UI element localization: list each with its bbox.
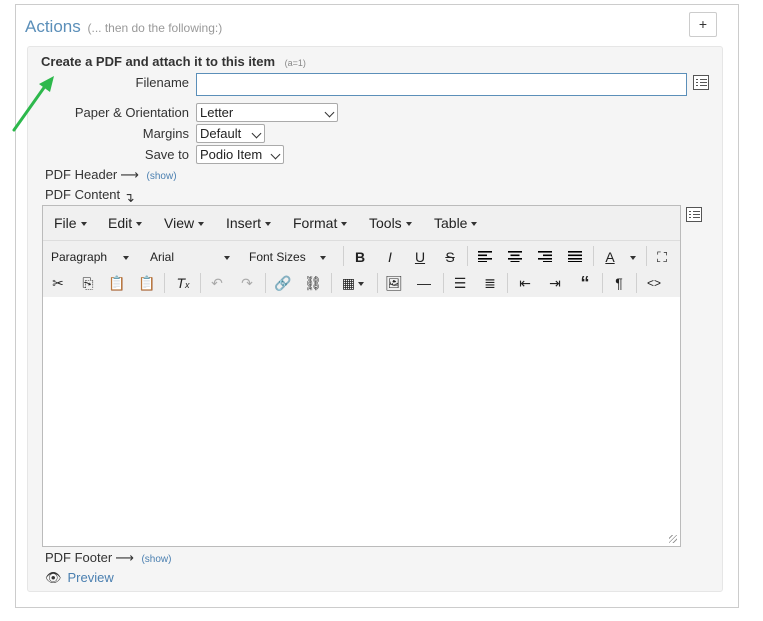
cut-icon[interactable]: ✂ (47, 273, 69, 293)
text-color-icon[interactable]: A (599, 247, 621, 267)
actions-title: Actions (25, 17, 81, 36)
pdf-footer-row: PDF Footer ⟶ (show) (45, 550, 171, 566)
filename-input[interactable] (196, 73, 687, 96)
arrow-down-icon: ↴ (123, 190, 135, 205)
filename-label: Filename (135, 75, 189, 90)
preview-link[interactable]: 👁 Preview (45, 570, 114, 586)
menu-view[interactable]: View (164, 215, 205, 231)
panel-title-text: Create a PDF and attach it to this item (41, 54, 276, 69)
editor-toolbar: Paragraph Arial Font Sizes B I U S A ⛶ ✂… (43, 241, 680, 297)
text-color-dropdown[interactable] (630, 250, 636, 264)
table-icon[interactable]: ▦ (338, 273, 368, 293)
add-action-button[interactable]: + (689, 12, 717, 37)
paragraph-mark-icon[interactable]: ¶ (608, 273, 630, 293)
chevron-down-icon (324, 107, 335, 118)
pdf-content-label: PDF Content (45, 187, 121, 202)
clear-formatting-icon[interactable]: Tx (172, 273, 194, 293)
editor-content-area[interactable] (43, 298, 680, 546)
pdf-content-row: PDF Content ↴ (45, 187, 135, 205)
paper-orientation-value: Letter (200, 105, 234, 120)
undo-icon[interactable]: ↶ (206, 273, 228, 293)
list-icon[interactable] (693, 75, 709, 90)
preview-label: Preview (67, 570, 114, 585)
menu-insert[interactable]: Insert (226, 215, 272, 231)
paper-orientation-select[interactable]: Letter (196, 103, 338, 122)
saveto-select[interactable]: Podio Item (196, 145, 284, 164)
paper-orientation-label: Paper & Orientation (74, 105, 189, 120)
source-code-icon[interactable]: <> (643, 273, 665, 293)
margins-select[interactable]: Default (196, 124, 265, 143)
chevron-down-icon (270, 149, 281, 160)
image-icon[interactable]: 🖼 (383, 273, 405, 293)
font-family-select[interactable]: Arial (150, 250, 231, 264)
bullet-list-icon[interactable]: ☰ (449, 273, 471, 293)
bold-icon[interactable]: B (349, 247, 371, 267)
horizontal-rule-icon[interactable]: — (413, 273, 435, 293)
link-icon[interactable]: 🔗 (272, 273, 294, 293)
chevron-down-icon (251, 128, 262, 139)
redo-icon[interactable]: ↷ (236, 273, 258, 293)
strikethrough-icon[interactable]: S (439, 247, 461, 267)
block-format-select[interactable]: Paragraph (51, 250, 130, 264)
margins-value: Default (200, 126, 242, 141)
align-center-icon[interactable] (504, 247, 526, 267)
eye-icon: 👁 (45, 570, 62, 585)
pdf-header-show-link[interactable]: (show) (147, 171, 177, 182)
menu-tools[interactable]: Tools (369, 215, 412, 231)
saveto-label: Save to (144, 147, 189, 162)
italic-icon[interactable]: I (379, 247, 401, 267)
pdf-footer-show-link[interactable]: (show) (141, 554, 171, 565)
arrow-right-icon: ⟶ (115, 550, 134, 565)
resize-handle[interactable] (669, 535, 677, 543)
menu-table[interactable]: Table (434, 215, 478, 231)
arrow-right-icon: ⟶ (120, 167, 139, 182)
panel-tag: (a=1) (284, 58, 306, 68)
margins-label: Margins (142, 126, 189, 141)
pdf-header-row: PDF Header ⟶ (show) (45, 167, 177, 183)
list-icon[interactable] (686, 207, 702, 222)
copy-icon[interactable]: ⎘ (77, 273, 99, 293)
menu-edit[interactable]: Edit (108, 215, 143, 231)
underline-icon[interactable]: U (409, 247, 431, 267)
actions-subtitle: (... then do the following:) (87, 21, 223, 35)
menu-file[interactable]: File (54, 215, 87, 231)
paste-text-icon[interactable]: 📋 (136, 273, 158, 293)
pdf-footer-label: PDF Footer (45, 550, 113, 565)
unlink-icon[interactable]: ⛓ (302, 273, 324, 293)
actions-heading: Actions (... then do the following:) (25, 17, 222, 37)
font-size-select[interactable]: Font Sizes (249, 250, 326, 264)
paste-icon[interactable]: 📋 (106, 273, 128, 293)
align-right-icon[interactable] (534, 247, 556, 267)
panel-title: Create a PDF and attach it to this item … (41, 54, 306, 69)
outdent-icon[interactable]: ⇤ (514, 273, 536, 293)
align-left-icon[interactable] (474, 247, 496, 267)
saveto-value: Podio Item (200, 147, 263, 162)
pdf-header-label: PDF Header (45, 167, 118, 182)
fullscreen-icon[interactable]: ⛶ (651, 247, 673, 267)
numbered-list-icon[interactable]: ≣ (479, 273, 501, 293)
align-justify-icon[interactable] (564, 247, 586, 267)
indent-icon[interactable]: ⇥ (544, 273, 566, 293)
editor-menubar: File Edit View Insert Format Tools Table (43, 206, 680, 241)
menu-format[interactable]: Format (293, 215, 348, 231)
blockquote-icon[interactable]: “ (574, 273, 596, 293)
rich-text-editor: File Edit View Insert Format Tools Table… (42, 205, 681, 547)
